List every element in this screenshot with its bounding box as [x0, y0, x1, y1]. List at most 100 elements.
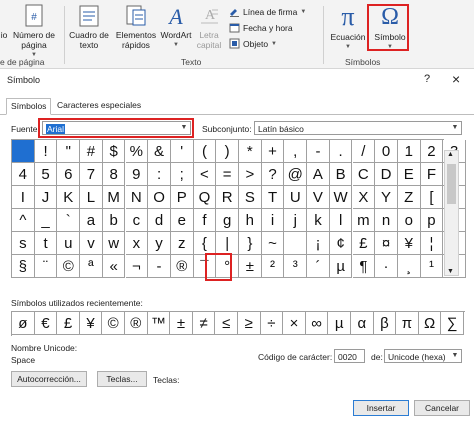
symbol-cell[interactable]: s: [12, 232, 35, 255]
symbol-cell[interactable]: B: [329, 163, 353, 186]
symbol-cell[interactable]: ¶: [352, 255, 376, 278]
symbol-cell[interactable]: E: [397, 163, 421, 186]
symbol-cell[interactable]: V: [307, 186, 330, 209]
symbol-cell[interactable]: :: [148, 163, 171, 186]
symbol-cell[interactable]: w: [102, 232, 126, 255]
symbol-cell[interactable]: 7: [80, 163, 103, 186]
symbol-cell[interactable]: U: [284, 186, 308, 209]
symbol-cell[interactable]: &: [148, 140, 171, 163]
recent-symbol-cell[interactable]: µ: [328, 312, 351, 335]
symbol-cell[interactable]: L: [80, 186, 103, 209]
symbol-cell[interactable]: _: [34, 209, 58, 232]
insert-button[interactable]: Insertar: [353, 400, 409, 416]
object-button[interactable]: Objeto ▼: [229, 38, 277, 49]
scroll-thumb[interactable]: [447, 164, 456, 204]
symbol-cell[interactable]: 8: [102, 163, 126, 186]
symbol-cell[interactable]: Q: [193, 186, 217, 209]
symbol-cell[interactable]: ": [57, 140, 81, 163]
recent-symbol-cell[interactable]: ≤: [215, 312, 238, 335]
symbol-cell[interactable]: b: [102, 209, 126, 232]
symbol-cell[interactable]: /: [352, 140, 376, 163]
recent-symbol-cell[interactable]: Ω: [418, 312, 442, 335]
symbol-cell[interactable]: ±: [239, 255, 262, 278]
recent-symbol-cell[interactable]: ≥: [238, 312, 261, 335]
symbol-cell[interactable]: .: [329, 140, 353, 163]
symbol-cell[interactable]: ¡: [307, 232, 330, 255]
symbol-cell[interactable]: 2: [420, 140, 444, 163]
quick-parts-button[interactable]: Elementos rápidos: [112, 4, 160, 50]
help-button[interactable]: ?: [424, 73, 430, 85]
tab-simbolos[interactable]: Símbolos: [6, 98, 52, 115]
subset-select[interactable]: Latín básico ▼: [254, 121, 462, 135]
symbol-cell[interactable]: @: [284, 163, 308, 186]
close-button[interactable]: ×: [452, 71, 460, 87]
recent-symbol-cell[interactable]: ©: [102, 312, 125, 335]
date-time-button[interactable]: Fecha y hora: [229, 22, 293, 33]
symbol-cell[interactable]: <: [193, 163, 217, 186]
symbol-cell[interactable]: +: [261, 140, 285, 163]
symbol-cell[interactable]: d: [148, 209, 171, 232]
wordart-button[interactable]: A WordArt ▼: [158, 4, 194, 50]
symbol-cell[interactable]: D: [375, 163, 398, 186]
symbol-cell[interactable]: t: [34, 232, 58, 255]
autocorrect-button[interactable]: Autocorrección...: [11, 371, 87, 387]
symbol-cell[interactable]: ¸: [397, 255, 421, 278]
symbol-cell[interactable]: T: [261, 186, 285, 209]
symbol-cell[interactable]: A: [307, 163, 330, 186]
recent-symbol-cell[interactable]: β: [373, 312, 397, 335]
recent-symbol-cell[interactable]: π: [396, 312, 419, 335]
symbol-cell[interactable]: l: [329, 209, 353, 232]
symbol-cell[interactable]: 1: [397, 140, 421, 163]
symbol-cell[interactable]: h: [239, 209, 262, 232]
symbol-cell[interactable]: R: [216, 186, 239, 209]
symbol-cell[interactable]: 4: [12, 163, 35, 186]
symbol-cell[interactable]: ,: [284, 140, 308, 163]
symbol-cell[interactable]: W: [329, 186, 353, 209]
symbol-cell[interactable]: j: [284, 209, 308, 232]
symbol-cell[interactable]: -: [307, 140, 330, 163]
symbol-cell[interactable]: ¥: [397, 232, 421, 255]
recent-symbol-cell[interactable]: ∑: [441, 312, 464, 335]
symbol-cell[interactable]: C: [352, 163, 376, 186]
signature-line-button[interactable]: Línea de firma ▼: [229, 6, 306, 17]
symbol-cell[interactable]: ¢: [329, 232, 353, 255]
symbol-cell[interactable]: S: [239, 186, 262, 209]
scroll-up-icon[interactable]: ▲: [447, 151, 454, 158]
symbol-cell[interactable]: x: [125, 232, 149, 255]
recent-symbol-cell[interactable]: ×: [283, 312, 306, 335]
symbol-cell[interactable]: |: [216, 232, 239, 255]
symbol-cell[interactable]: F: [420, 163, 444, 186]
symbol-cell[interactable]: J: [34, 186, 58, 209]
symbol-cell[interactable]: `: [57, 209, 81, 232]
symbol-cell[interactable]: «: [102, 255, 126, 278]
symbol-cell[interactable]: N: [125, 186, 149, 209]
symbol-cell[interactable]: [: [420, 186, 444, 209]
symbol-grid-scrollbar[interactable]: ▲ ▼: [444, 150, 459, 276]
symbol-cell[interactable]: }: [239, 232, 262, 255]
symbol-cell[interactable]: 5: [34, 163, 58, 186]
recent-symbol-cell[interactable]: α: [351, 312, 374, 335]
recent-symbol-cell[interactable]: ±: [170, 312, 193, 335]
recent-symbol-cell[interactable]: ™: [147, 312, 171, 335]
recent-symbol-cell[interactable]: ¥: [79, 312, 103, 335]
recent-symbol-cell[interactable]: €: [34, 312, 58, 335]
symbol-cell[interactable]: -: [148, 255, 171, 278]
recent-symbol-cell[interactable]: ÷: [260, 312, 284, 335]
symbol-cell[interactable]: £: [352, 232, 376, 255]
symbol-cell[interactable]: ^: [12, 209, 35, 232]
symbol-cell[interactable]: ;: [170, 163, 194, 186]
symbol-cell[interactable]: *: [239, 140, 262, 163]
symbol-cell[interactable]: ©: [57, 255, 81, 278]
symbol-cell[interactable]: !: [34, 140, 58, 163]
symbol-cell[interactable]: M: [102, 186, 126, 209]
symbol-cell[interactable]: ®: [170, 255, 194, 278]
recent-symbol-cell[interactable]: ≠: [192, 312, 216, 335]
symbol-cell[interactable]: v: [80, 232, 103, 255]
tab-caracteres-especiales[interactable]: Caracteres especiales: [53, 98, 145, 113]
symbol-cell[interactable]: %: [125, 140, 149, 163]
symbol-cell[interactable]: ³: [284, 255, 308, 278]
symbol-cell[interactable]: y: [148, 232, 171, 255]
symbol-cell[interactable]: X: [352, 186, 376, 209]
symbol-cell[interactable]: i: [261, 209, 285, 232]
symbol-cell[interactable]: (: [193, 140, 217, 163]
